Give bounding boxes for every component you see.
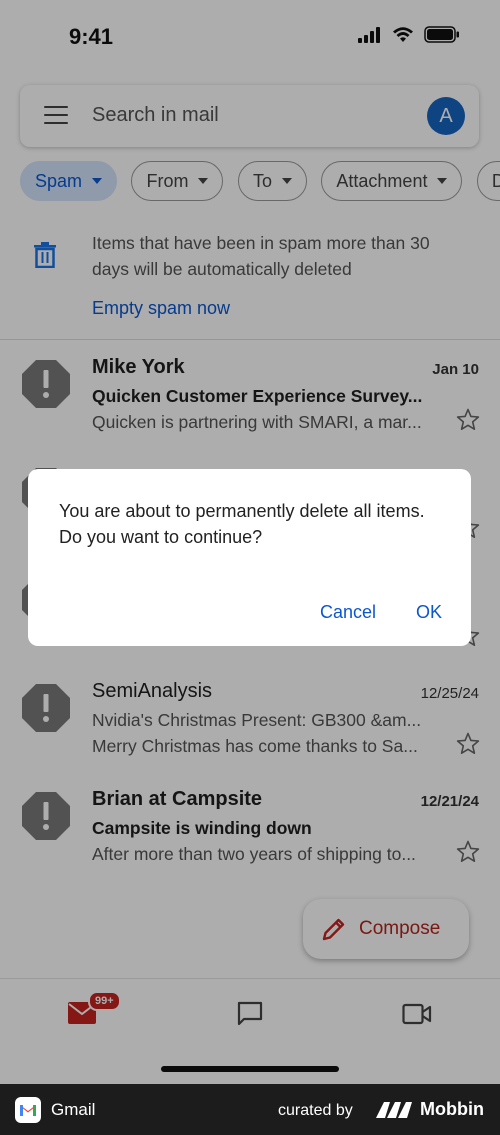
- mobbin-logo: Mobbin: [376, 1099, 484, 1120]
- footer-brand: Mobbin: [420, 1099, 484, 1119]
- gmail-logo-icon: [15, 1097, 41, 1123]
- footer-bar: Gmail curated by Mobbin: [0, 1084, 500, 1135]
- confirm-dialog: You are about to permanently delete all …: [28, 469, 471, 646]
- ok-button[interactable]: OK: [416, 602, 442, 623]
- dialog-message: You are about to permanently delete all …: [59, 501, 425, 547]
- footer-curated-by: curated by: [278, 1102, 353, 1119]
- cancel-button[interactable]: Cancel: [320, 602, 376, 623]
- mobbin-logo-icon: [376, 1101, 412, 1118]
- footer-app-name: Gmail: [51, 1100, 96, 1119]
